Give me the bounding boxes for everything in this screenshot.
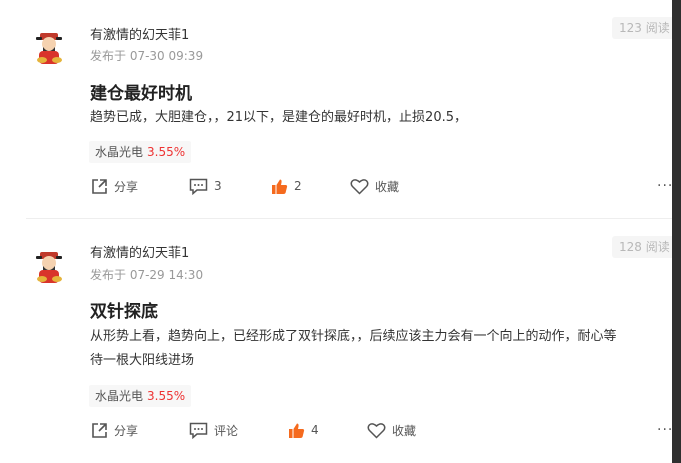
heart-icon: [367, 422, 386, 439]
post-feed: 有激情的幻天菲1 发布于 07-30 09:39 123 阅读 建仓最好时机 趋…: [0, 0, 672, 463]
post-card: 有激情的幻天菲1 发布于 07-30 09:39 123 阅读 建仓最好时机 趋…: [0, 0, 672, 218]
share-icon: [92, 178, 107, 194]
avatar[interactable]: [30, 29, 68, 67]
comment-icon: [189, 422, 208, 439]
comment-button[interactable]: 3: [189, 176, 222, 196]
post-title[interactable]: 建仓最好时机: [90, 79, 192, 104]
share-icon: [92, 422, 107, 438]
like-button[interactable]: 2: [271, 176, 302, 196]
post-date: 发布于 07-30 09:39: [90, 49, 204, 63]
favorite-button[interactable]: 收藏: [367, 420, 416, 440]
comment-label: 评论: [214, 423, 239, 438]
post-card: 有激情的幻天菲1 发布于 07-29 14:30 128 阅读 双针探底 从形势…: [0, 219, 672, 463]
like-count: 4: [311, 423, 319, 437]
author-name[interactable]: 有激情的幻天菲1: [90, 242, 189, 261]
stock-tag[interactable]: 水晶光电 3.55%: [89, 385, 192, 407]
stock-change: 3.55%: [147, 145, 186, 159]
thumbs-up-icon: [272, 179, 288, 194]
stock-tag[interactable]: 水晶光电 3.55%: [89, 141, 192, 163]
comment-icon: [189, 178, 208, 195]
comment-count: 3: [214, 179, 222, 193]
share-button[interactable]: 分享: [91, 420, 138, 440]
like-button[interactable]: 4: [288, 420, 319, 440]
stock-name: 水晶光电: [95, 389, 144, 403]
avatar[interactable]: [30, 248, 68, 286]
post-body-line: 趋势已成，大胆建仓，，21以下，是建仓的最好时机，止损20.5，: [90, 110, 467, 125]
like-count: 2: [294, 179, 302, 193]
page-edge: [672, 0, 681, 463]
post-body-line: 待一根大阳线进场: [90, 353, 195, 368]
more-options-icon[interactable]: ···: [657, 422, 672, 438]
stock-name: 水晶光电: [95, 145, 144, 159]
post-date: 发布于 07-29 14:30: [90, 268, 204, 282]
post-body-line: 从形势上看，趋势向上，已经形成了双针探底，，后续应该主力会有一个向上的动作，耐心…: [90, 329, 617, 344]
share-button[interactable]: 分享: [91, 176, 138, 196]
view-count-badge: 123 阅读: [612, 17, 672, 39]
view-count-badge: 128 阅读: [612, 236, 672, 258]
author-name[interactable]: 有激情的幻天菲1: [90, 24, 189, 43]
favorite-label: 收藏: [375, 179, 400, 194]
comment-button[interactable]: 评论: [189, 420, 238, 440]
heart-icon: [350, 178, 369, 195]
thumbs-up-icon: [289, 423, 305, 438]
post-body[interactable]: 从形势上看，趋势向上，已经形成了双针探底，，后续应该主力会有一个向上的动作，耐心…: [90, 325, 672, 373]
share-label: 分享: [114, 179, 139, 194]
post-body[interactable]: 趋势已成，大胆建仓，，21以下，是建仓的最好时机，止损20.5，: [90, 106, 672, 130]
favorite-label: 收藏: [392, 423, 417, 438]
more-options-icon[interactable]: ···: [657, 178, 672, 194]
share-label: 分享: [114, 423, 139, 438]
favorite-button[interactable]: 收藏: [350, 176, 399, 196]
post-title[interactable]: 双针探底: [90, 297, 158, 322]
stock-change: 3.55%: [147, 389, 186, 403]
